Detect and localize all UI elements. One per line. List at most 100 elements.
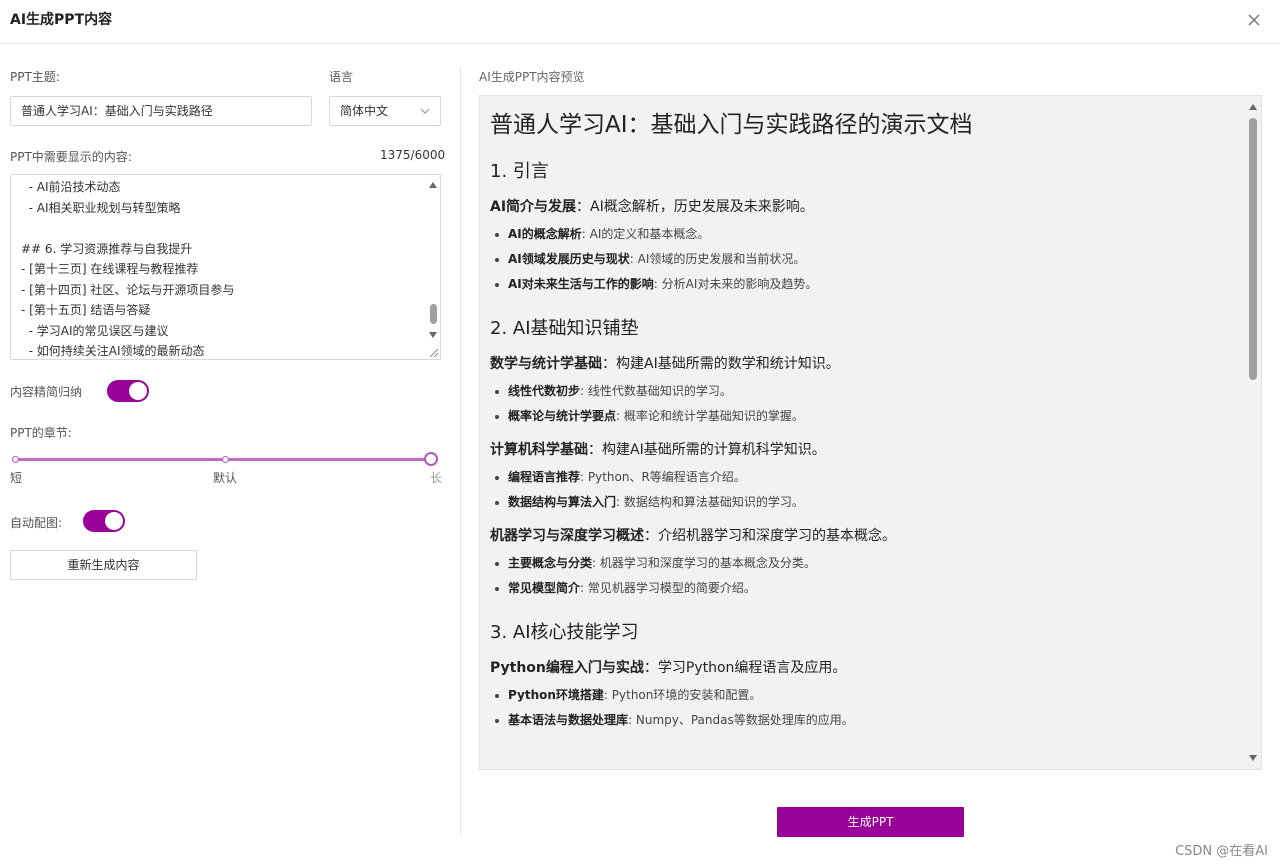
resize-handle-icon[interactable]	[427, 346, 439, 358]
textarea-line: - AI相关职业规划与转型策略	[21, 200, 181, 215]
preview-section-heading: 2. AI基础知识铺垫	[490, 318, 639, 339]
topic-label: PPT主题:	[10, 70, 60, 84]
preview-bullet-item: AI的概念解析: AI的定义和基本概念。	[490, 222, 1240, 247]
preview-subheading-title: AI简介与发展	[490, 199, 577, 215]
preview-section-heading: 3. AI核心技能学习	[490, 622, 639, 643]
textarea-line: - 如何持续关注AI领域的最新动态	[21, 344, 205, 358]
panel-divider	[460, 66, 461, 836]
slider-stop-default[interactable]	[222, 456, 229, 463]
preview-panel[interactable]: 普通人学习AI：基础入门与实践路径的演示文档 1. 引言 AI简介与发展：AI概念…	[479, 95, 1262, 770]
toggle-knob	[105, 512, 123, 530]
preview-subheading: 计算机科学基础：构建AI基础所需的计算机科学知识。	[490, 439, 1240, 461]
bullet-text: : 数据结构和算法基础知识的学习。	[616, 495, 804, 509]
textarea-line: - [第十三页] 在线课程与教程推荐	[21, 262, 199, 276]
bullet-text: : Numpy、Pandas等数据处理库的应用。	[628, 713, 854, 727]
auto-image-toggle[interactable]	[83, 510, 125, 532]
preview-subheading-desc: ：介绍机器学习和深度学习的基本概念。	[644, 528, 896, 544]
scroll-up-arrow-icon[interactable]	[1249, 104, 1257, 110]
bullet-text: : 常见机器学习模型的简要介绍。	[580, 581, 756, 595]
auto-image-label: 自动配图:	[10, 516, 63, 530]
preview-section: 3. AI核心技能学习 Python编程入门与实战：学习Python编程语言及应用…	[490, 619, 1240, 733]
preview-subheading-title: 机器学习与深度学习概述	[490, 528, 644, 544]
bullet-text: : 线性代数基础知识的学习。	[580, 384, 732, 398]
preview-bullet-item: 主要概念与分类: 机器学习和深度学习的基本概念及分类。	[490, 551, 1240, 576]
preview-bullet-list: 线性代数初步: 线性代数基础知识的学习。 概率论与统计学要点: 概率论和统计学基础…	[490, 379, 1240, 429]
preview-bullet-item: 常见模型简介: 常见机器学习模型的简要介绍。	[490, 576, 1240, 601]
regenerate-button[interactable]: 重新生成内容	[10, 550, 197, 580]
preview-content: 普通人学习AI：基础入门与实践路径的演示文档 1. 引言 AI简介与发展：AI概念…	[490, 110, 1240, 751]
dialog-titlebar: AI生成PPT内容	[0, 0, 1280, 44]
slider-label-short: 短	[10, 471, 23, 485]
textarea-line: ## 6. 学习资源推荐与自我提升	[21, 241, 193, 256]
bullet-text: : 机器学习和深度学习的基本概念及分类。	[592, 556, 816, 570]
bullet-term: 常见模型简介	[508, 581, 581, 595]
content-textarea[interactable]: - AI前沿技术动态 - AI相关职业规划与转型策略 ## 6. 学习资源推荐与…	[10, 174, 441, 360]
preview-bullet-item: 编程语言推荐: Python、R等编程语言介绍。	[490, 465, 1240, 490]
scrollbar-thumb[interactable]	[430, 304, 437, 324]
preview-subheading-desc: ：构建AI基础所需的计算机科学知识。	[588, 442, 826, 458]
scroll-down-arrow-icon[interactable]	[1249, 755, 1257, 761]
bullet-term: 线性代数初步	[508, 384, 581, 398]
preview-bullet-list: Python环境搭建: Python环境的安装和配置。 基本语法与数据处理库: N…	[490, 683, 1240, 733]
textarea-line: - [第十五页] 结语与答疑	[21, 303, 151, 317]
bullet-term: AI对未来生活与工作的影响	[508, 277, 654, 291]
preview-subheading-desc: ：AI概念解析，历史发展及未来影响。	[576, 199, 814, 215]
content-char-count: 1375/6000	[380, 148, 446, 162]
chapters-slider-handle[interactable]	[424, 452, 438, 466]
textarea-line: - AI前沿技术动态	[21, 180, 121, 194]
preview-subheading: 机器学习与深度学习概述：介绍机器学习和深度学习的基本概念。	[490, 525, 1240, 547]
slider-label-long: 长	[430, 471, 443, 485]
slider-label-default: 默认	[213, 471, 238, 485]
preview-label: AI生成PPT内容预览	[479, 70, 585, 84]
preview-bullet-item: 线性代数初步: 线性代数基础知识的学习。	[490, 379, 1240, 404]
preview-subheading: 数学与统计学基础：构建AI基础所需的数学和统计知识。	[490, 353, 1240, 375]
scroll-up-arrow-icon[interactable]	[429, 182, 437, 188]
preview-subheading: AI简介与发展：AI概念解析，历史发展及未来影响。	[490, 196, 1240, 218]
bullet-term: AI的概念解析	[508, 227, 582, 241]
generate-ppt-button[interactable]: 生成PPT	[777, 807, 964, 837]
preview-bullet-item: Python环境搭建: Python环境的安装和配置。	[490, 683, 1240, 708]
preview-bullet-list: AI的概念解析: AI的定义和基本概念。 AI领域发展历史与现状: AI领域的历史…	[490, 222, 1240, 297]
bullet-text: : AI领域的历史发展和当前状况。	[629, 252, 806, 266]
language-select[interactable]: 简体中文	[329, 96, 441, 126]
preview-section: 2. AI基础知识铺垫 数学与统计学基础：构建AI基础所需的数学和统计知识。 线性代…	[490, 315, 1240, 601]
preview-bullet-item: 概率论与统计学要点: 概率论和统计学基础知识的掌握。	[490, 404, 1240, 429]
preview-section-heading: 1. 引言	[490, 161, 549, 182]
preview-subheading-title: Python编程入门与实战	[490, 660, 644, 676]
condense-toggle[interactable]	[107, 380, 149, 402]
textarea-line	[21, 218, 234, 239]
textarea-scrollbar[interactable]	[426, 175, 440, 359]
preview-subheading-desc: ：构建AI基础所需的数学和统计知识。	[602, 356, 840, 372]
preview-bullet-item: AI对未来生活与工作的影响: 分析AI对未来的影响及趋势。	[490, 272, 1240, 297]
watermark: CSDN @在看AI	[1175, 844, 1268, 859]
content-label: PPT中需要显示的内容:	[10, 150, 132, 164]
bullet-term: 编程语言推荐	[508, 470, 581, 484]
preview-section: 1. 引言 AI简介与发展：AI概念解析，历史发展及未来影响。 AI的概念解析: A…	[490, 158, 1240, 297]
scroll-down-arrow-icon[interactable]	[429, 332, 437, 338]
bullet-text: : Python环境的安装和配置。	[603, 688, 762, 702]
slider-stop-short[interactable]	[12, 456, 19, 463]
scrollbar-thumb[interactable]	[1249, 118, 1257, 380]
chapters-label: PPT的章节:	[10, 426, 72, 440]
topic-input[interactable]: 普通人学习AI：基础入门与实践路径	[10, 96, 312, 126]
textarea-line: - 学习AI的常见误区与建议	[21, 323, 169, 338]
bullet-term: 概率论与统计学要点	[508, 409, 617, 423]
preview-bullet-item: 数据结构与算法入门: 数据结构和算法基础知识的学习。	[490, 490, 1240, 515]
close-icon[interactable]	[1244, 10, 1264, 30]
bullet-text: : Python、R等编程语言介绍。	[580, 470, 746, 484]
bullet-text: : AI的定义和基本概念。	[581, 227, 710, 241]
bullet-text: : 概率论和统计学基础知识的掌握。	[616, 409, 804, 423]
preview-subheading-title: 数学与统计学基础	[490, 356, 602, 372]
bullet-text: : 分析AI对未来的影响及趋势。	[653, 277, 818, 291]
preview-bullet-list: 主要概念与分类: 机器学习和深度学习的基本概念及分类。 常见模型简介: 常见机器学…	[490, 551, 1240, 601]
preview-subheading-desc: ：学习Python编程语言及应用。	[643, 660, 847, 676]
chevron-down-icon	[420, 108, 430, 114]
bullet-term: 基本语法与数据处理库	[508, 713, 629, 727]
language-label: 语言	[329, 70, 354, 84]
preview-doc-title: 普通人学习AI：基础入门与实践路径的演示文档	[490, 112, 973, 138]
condense-label: 内容精简归纳	[10, 385, 83, 399]
preview-scrollbar[interactable]	[1245, 96, 1261, 769]
preview-bullet-item: 基本语法与数据处理库: Numpy、Pandas等数据处理库的应用。	[490, 708, 1240, 733]
textarea-line: - [第十四页] 社区、论坛与开源项目参与	[21, 282, 235, 297]
bullet-term: AI领域发展历史与现状	[508, 252, 630, 266]
